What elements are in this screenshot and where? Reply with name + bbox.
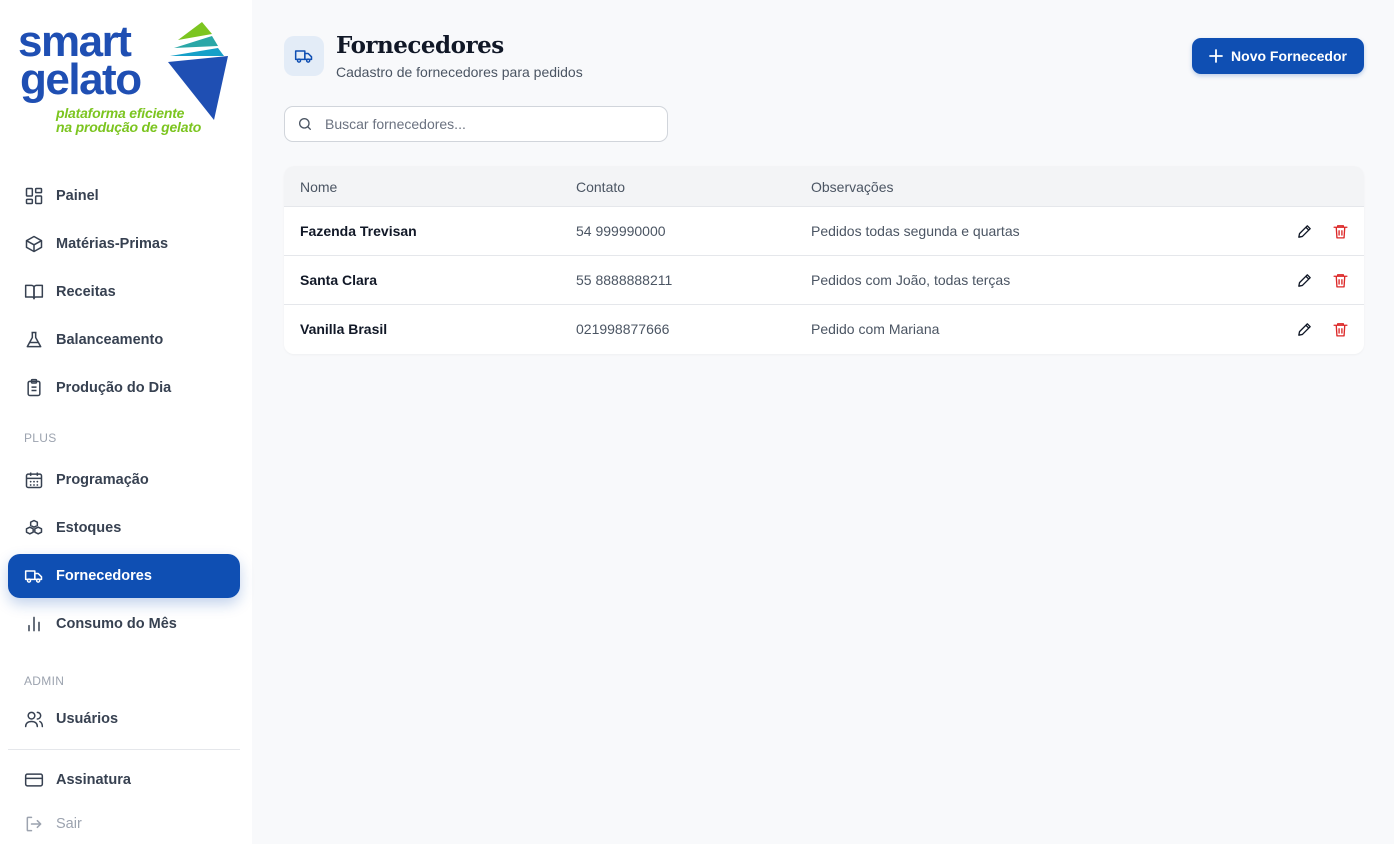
nav-item-label: Balanceamento [56,332,164,348]
page-title: Fornecedores [336,32,504,59]
nav-item-usuarios[interactable]: Usuários [8,697,240,741]
supplier-name: Vanilla Brasil [300,321,388,337]
nav-item-assinatura[interactable]: Assinatura [8,758,240,802]
flask-icon [24,330,44,350]
nav-item-label: Produção do Dia [56,380,172,396]
bar-chart-icon [24,614,44,634]
credit-card-icon [24,770,44,790]
nav-item-label: Receitas [56,284,116,300]
nav-item-receitas[interactable]: Receitas [8,270,240,314]
supplier-contact: 021998877666 [576,321,670,337]
nav-item-label: Estoques [56,520,122,536]
nav-item-label: Assinatura [56,772,131,788]
table-header: Nome Contato Observações [284,166,1364,207]
logout-icon [24,814,44,834]
nav-item-balanceamento[interactable]: Balanceamento [8,318,240,362]
table-row[interactable]: Fazenda Trevisan 54 999990000 Pedidos to… [284,207,1364,256]
supplier-contact: 54 999990000 [576,223,666,239]
box-icon [24,234,44,254]
nav-item-label: Sair [56,816,82,832]
new-supplier-button[interactable]: Novo Fornecedor [1192,38,1364,74]
nav-item-fornecedores[interactable]: Fornecedores [8,554,240,598]
logo-tagline-2: na produção de gelato [56,119,202,135]
nav-item-estoques[interactable]: Estoques [8,506,240,550]
suppliers-table: Nome Contato Observações Fazenda Trevisa… [284,166,1364,354]
table-row[interactable]: Santa Clara 55 8888888211 Pedidos com Jo… [284,256,1364,305]
supplier-name: Santa Clara [300,272,378,288]
book-open-icon [24,282,44,302]
grid-icon [24,186,44,206]
nav-item-label: Consumo do Mês [56,616,177,632]
search-box [284,106,668,142]
column-header-nome: Nome [300,179,338,195]
nav-item-label: Matérias-Primas [56,236,169,252]
edit-pencil-icon[interactable] [1294,270,1314,290]
truck-icon [294,46,314,66]
logo-word-gelato: gelato [20,55,142,104]
nav-item-producao-do-dia[interactable]: Produção do Dia [8,366,240,410]
truck-icon [24,566,44,586]
supplier-notes: Pedido com Mariana [811,321,940,337]
section-label-plus: PLUS [24,431,57,445]
column-header-contato: Contato [576,179,626,195]
sidebar: smart gelato plataforma eficiente na pro… [0,0,252,844]
supplier-notes: Pedidos com João, todas terças [811,272,1011,288]
section-label-admin: ADMIN [24,674,65,688]
nav-item-consumo-do-mes[interactable]: Consumo do Mês [8,602,240,646]
smart-gelato-logo[interactable]: smart gelato plataforma eficiente na pro… [18,20,230,138]
boxes-icon [24,518,44,538]
plus-icon [1209,49,1223,63]
new-supplier-button-label: Novo Fornecedor [1231,48,1347,64]
supplier-notes: Pedidos todas segunda e quartas [811,223,1020,239]
nav-item-painel[interactable]: Painel [8,174,240,218]
table-row[interactable]: Vanilla Brasil 021998877666 Pedido com M… [284,305,1364,354]
search-icon [297,116,313,132]
search-input[interactable] [325,116,645,132]
calendar-icon [24,470,44,490]
nav-item-label: Fornecedores [56,568,152,584]
delete-trash-icon[interactable] [1330,221,1350,241]
nav-item-label: Programação [56,472,149,488]
nav-item-programacao[interactable]: Programação [8,458,240,502]
logo-tagline-1: plataforma eficiente [56,105,185,121]
column-header-observacoes: Observações [811,179,894,195]
delete-trash-icon[interactable] [1330,270,1350,290]
delete-trash-icon[interactable] [1330,319,1350,339]
edit-pencil-icon[interactable] [1294,221,1314,241]
nav-item-label: Usuários [56,711,119,727]
page-subtitle: Cadastro de fornecedores para pedidos [336,64,583,80]
page-header-icon [284,36,324,76]
nav-item-sair[interactable]: Sair [8,802,240,844]
sidebar-divider [8,749,240,750]
nav-item-label: Painel [56,188,99,204]
supplier-contact: 55 8888888211 [576,272,673,288]
clipboard-icon [24,378,44,398]
nav-item-materias-primas[interactable]: Matérias-Primas [8,222,240,266]
supplier-name: Fazenda Trevisan [300,223,417,239]
users-icon [24,709,44,729]
edit-pencil-icon[interactable] [1294,319,1314,339]
